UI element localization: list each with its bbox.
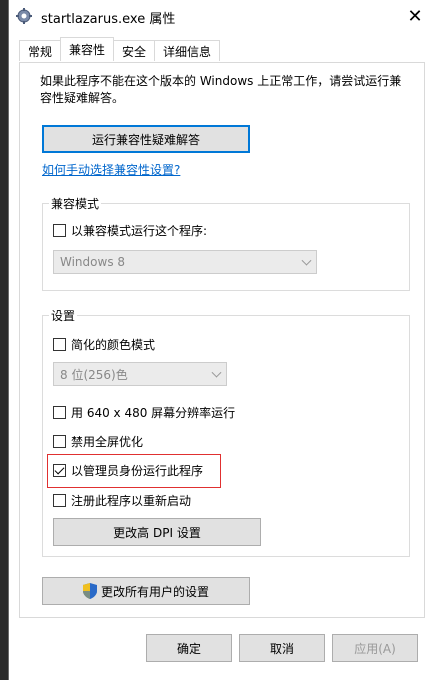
reduced-color-row[interactable]: 简化的颜色模式 [53,336,155,353]
title-bar[interactable]: startlazarus.exe 属性 ✕ [9,0,435,32]
tab-compatibility[interactable]: 兼容性 [60,37,115,61]
res-640-label: 用 640 x 480 屏幕分辨率运行 [71,406,236,420]
compat-mode-group: 兼容模式 以兼容模式运行这个程序: Windows 8 [42,195,410,291]
cancel-button[interactable]: 取消 [239,634,325,662]
troubleshooter-button[interactable]: 运行兼容性疑难解答 [42,125,250,153]
description-text: 如果此程序不能在这个版本的 Windows 上正常工作，请尝试运行兼容性疑难解答… [40,74,402,105]
close-button[interactable]: ✕ [395,0,435,32]
os-select-value: Windows 8 [60,255,126,269]
compatibility-panel: 如果此程序不能在这个版本的 Windows 上正常工作，请尝试运行兼容性疑难解答… [19,62,425,618]
compat-mode-checkbox-row[interactable]: 以兼容模式运行这个程序: [53,222,207,239]
tab-security[interactable]: 安全 [113,40,156,61]
res-640-row[interactable]: 用 640 x 480 屏幕分辨率运行 [53,404,235,421]
disable-fullscreen-label: 禁用全屏优化 [71,435,144,449]
os-select: Windows 8 [53,250,317,274]
disable-fullscreen-row[interactable]: 禁用全屏优化 [53,433,143,450]
background-window [0,0,8,680]
tab-general[interactable]: 常规 [19,40,62,61]
close-icon: ✕ [407,5,423,27]
admin-highlight-box [47,454,221,488]
window-title: startlazarus.exe 属性 [41,12,176,27]
register-restart-row[interactable]: 注册此程序以重新启动 [53,492,191,509]
settings-title: 设置 [49,307,78,324]
register-restart-checkbox[interactable] [53,494,66,507]
tab-bar: 常规 兼容性 安全 详细信息 [19,37,221,62]
compat-mode-label: 以兼容模式运行这个程序: [71,224,208,238]
apply-button[interactable]: 应用(A) [332,634,418,662]
compat-mode-title: 兼容模式 [49,195,102,212]
res-640-checkbox[interactable] [53,406,66,419]
manual-settings-link[interactable]: 如何手动选择兼容性设置? [42,161,180,178]
ok-button[interactable]: 确定 [146,634,232,662]
chevron-down-icon [211,367,222,378]
dpi-settings-button[interactable]: 更改高 DPI 设置 [53,518,261,546]
app-gear-icon [15,7,33,25]
tab-details[interactable]: 详细信息 [154,40,221,61]
register-restart-label: 注册此程序以重新启动 [71,494,192,508]
reduced-color-checkbox[interactable] [53,338,66,351]
settings-group: 设置 简化的颜色模式 8 位(256)色 用 640 x 480 屏幕分辨率运行… [42,307,410,557]
all-users-button[interactable]: 更改所有用户的设置 [42,577,250,605]
color-select-value: 8 位(256)色 [60,367,128,382]
disable-fullscreen-checkbox[interactable] [53,435,66,448]
properties-dialog: startlazarus.exe 属性 ✕ 常规 兼容性 安全 详细信息 如果此… [8,0,435,680]
uac-shield-icon [82,583,97,599]
chevron-down-icon [301,255,312,266]
color-select: 8 位(256)色 [53,362,227,386]
compat-mode-checkbox[interactable] [53,224,66,237]
reduced-color-label: 简化的颜色模式 [71,338,156,352]
all-users-label: 更改所有用户的设置 [100,584,209,599]
